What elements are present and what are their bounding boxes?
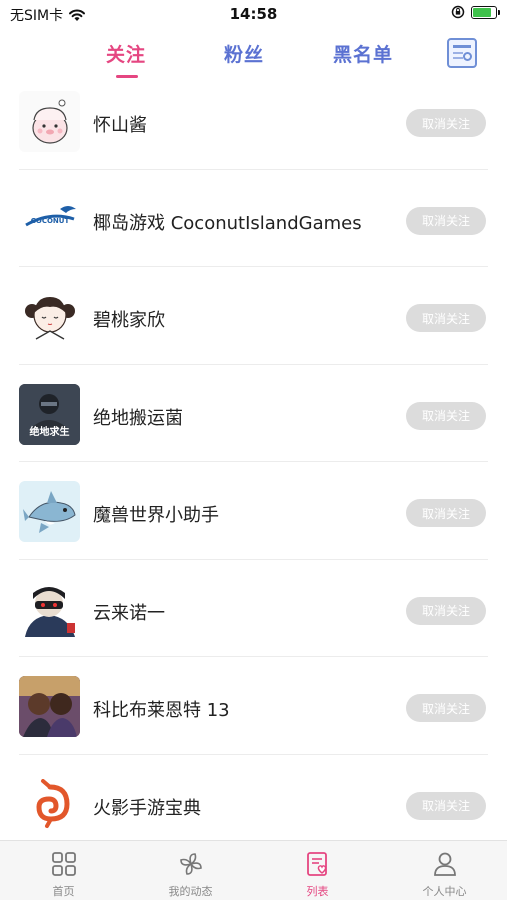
photo-avatar[interactable] (19, 676, 80, 737)
battery-level (473, 7, 491, 17)
nav-list[interactable]: 列表 (254, 841, 381, 900)
home-grid-icon (51, 852, 76, 876)
list-item: 科比布莱恩特 13 取消关注 (0, 657, 507, 755)
unfollow-button[interactable]: 取消关注 (406, 596, 486, 625)
user-name[interactable]: 怀山酱 (93, 111, 147, 137)
status-right (451, 5, 500, 19)
nav-label: 个人中心 (422, 885, 467, 898)
user-name[interactable]: 云来诺一 (93, 599, 165, 625)
status-time: 14:58 (229, 5, 278, 23)
unfollow-button[interactable]: 取消关注 (406, 791, 486, 820)
cartoon-pig-avatar[interactable] (19, 91, 80, 152)
profile-card-search-icon[interactable] (447, 38, 477, 68)
list-heart-icon (306, 852, 327, 876)
nav-home[interactable]: 首页 (0, 841, 127, 900)
cartoon-shark-avatar[interactable] (19, 481, 80, 542)
status-bar: 无SIM卡 14:58 (0, 0, 507, 28)
nav-label: 列表 (306, 885, 329, 898)
unfollow-button[interactable]: 取消关注 (406, 206, 486, 235)
list-item: 魔兽世界小助手 取消关注 (0, 462, 507, 560)
leaf-spiral-logo-avatar[interactable] (19, 773, 80, 835)
unfollow-button[interactable]: 取消关注 (406, 304, 486, 332)
coconut-logo-text: COCONUT (30, 217, 69, 225)
list-item: COCONUT 椰岛游戏 CoconutIslandGames 取消关注 (0, 170, 507, 267)
user-name[interactable]: 火影手游宝典 (93, 794, 201, 820)
tab-follow[interactable]: 关注 (106, 40, 146, 67)
user-name[interactable]: 魔兽世界小助手 (93, 501, 219, 527)
user-name[interactable]: 碧桃家欣 (93, 306, 165, 332)
pinwheel-icon (179, 853, 202, 875)
unfollow-button[interactable]: 取消关注 (406, 401, 486, 430)
tab-blacklist[interactable]: 黑名单 (333, 40, 393, 67)
user-name[interactable]: 椰岛游戏 CoconutIslandGames (93, 209, 362, 235)
nav-my-activity[interactable]: 我的动态 (127, 841, 254, 900)
pubg-logo-text: 绝地求生 (30, 425, 70, 438)
list-item: 怀山酱 取消关注 (0, 72, 507, 170)
battery-icon (471, 5, 500, 19)
unfollow-button[interactable]: 取消关注 (406, 499, 486, 527)
orientation-lock-icon (451, 5, 465, 19)
list-item: 云来诺一 取消关注 (0, 560, 507, 657)
masked-character-avatar[interactable] (19, 578, 80, 640)
list-item: 碧桃家欣 取消关注 (0, 267, 507, 365)
tab-fans[interactable]: 粉丝 (224, 40, 264, 67)
bottom-nav: 首页 我的动态 列表 个人中心 (0, 840, 507, 900)
list-item: 火影手游宝典 取消关注 (0, 755, 507, 841)
cartoon-girl-avatar[interactable] (19, 286, 80, 347)
user-name[interactable]: 绝地搬运菌 (93, 404, 183, 430)
unfollow-button[interactable]: 取消关注 (406, 109, 486, 137)
user-name[interactable]: 科比布莱恩特 13 (93, 696, 230, 722)
following-list: 怀山酱 取消关注 COCONUT 椰岛游戏 CoconutIslandGames… (0, 72, 507, 840)
coconut-island-logo-avatar[interactable]: COCONUT (19, 188, 80, 250)
pubg-avatar[interactable]: 绝地求生 (19, 383, 80, 445)
user-icon (433, 852, 456, 876)
unfollow-button[interactable]: 取消关注 (406, 694, 486, 722)
nav-label: 首页 (52, 885, 75, 898)
nav-profile[interactable]: 个人中心 (381, 841, 507, 900)
nav-label: 我的动态 (168, 885, 213, 898)
list-item: 绝地求生 绝地搬运菌 取消关注 (0, 365, 507, 462)
